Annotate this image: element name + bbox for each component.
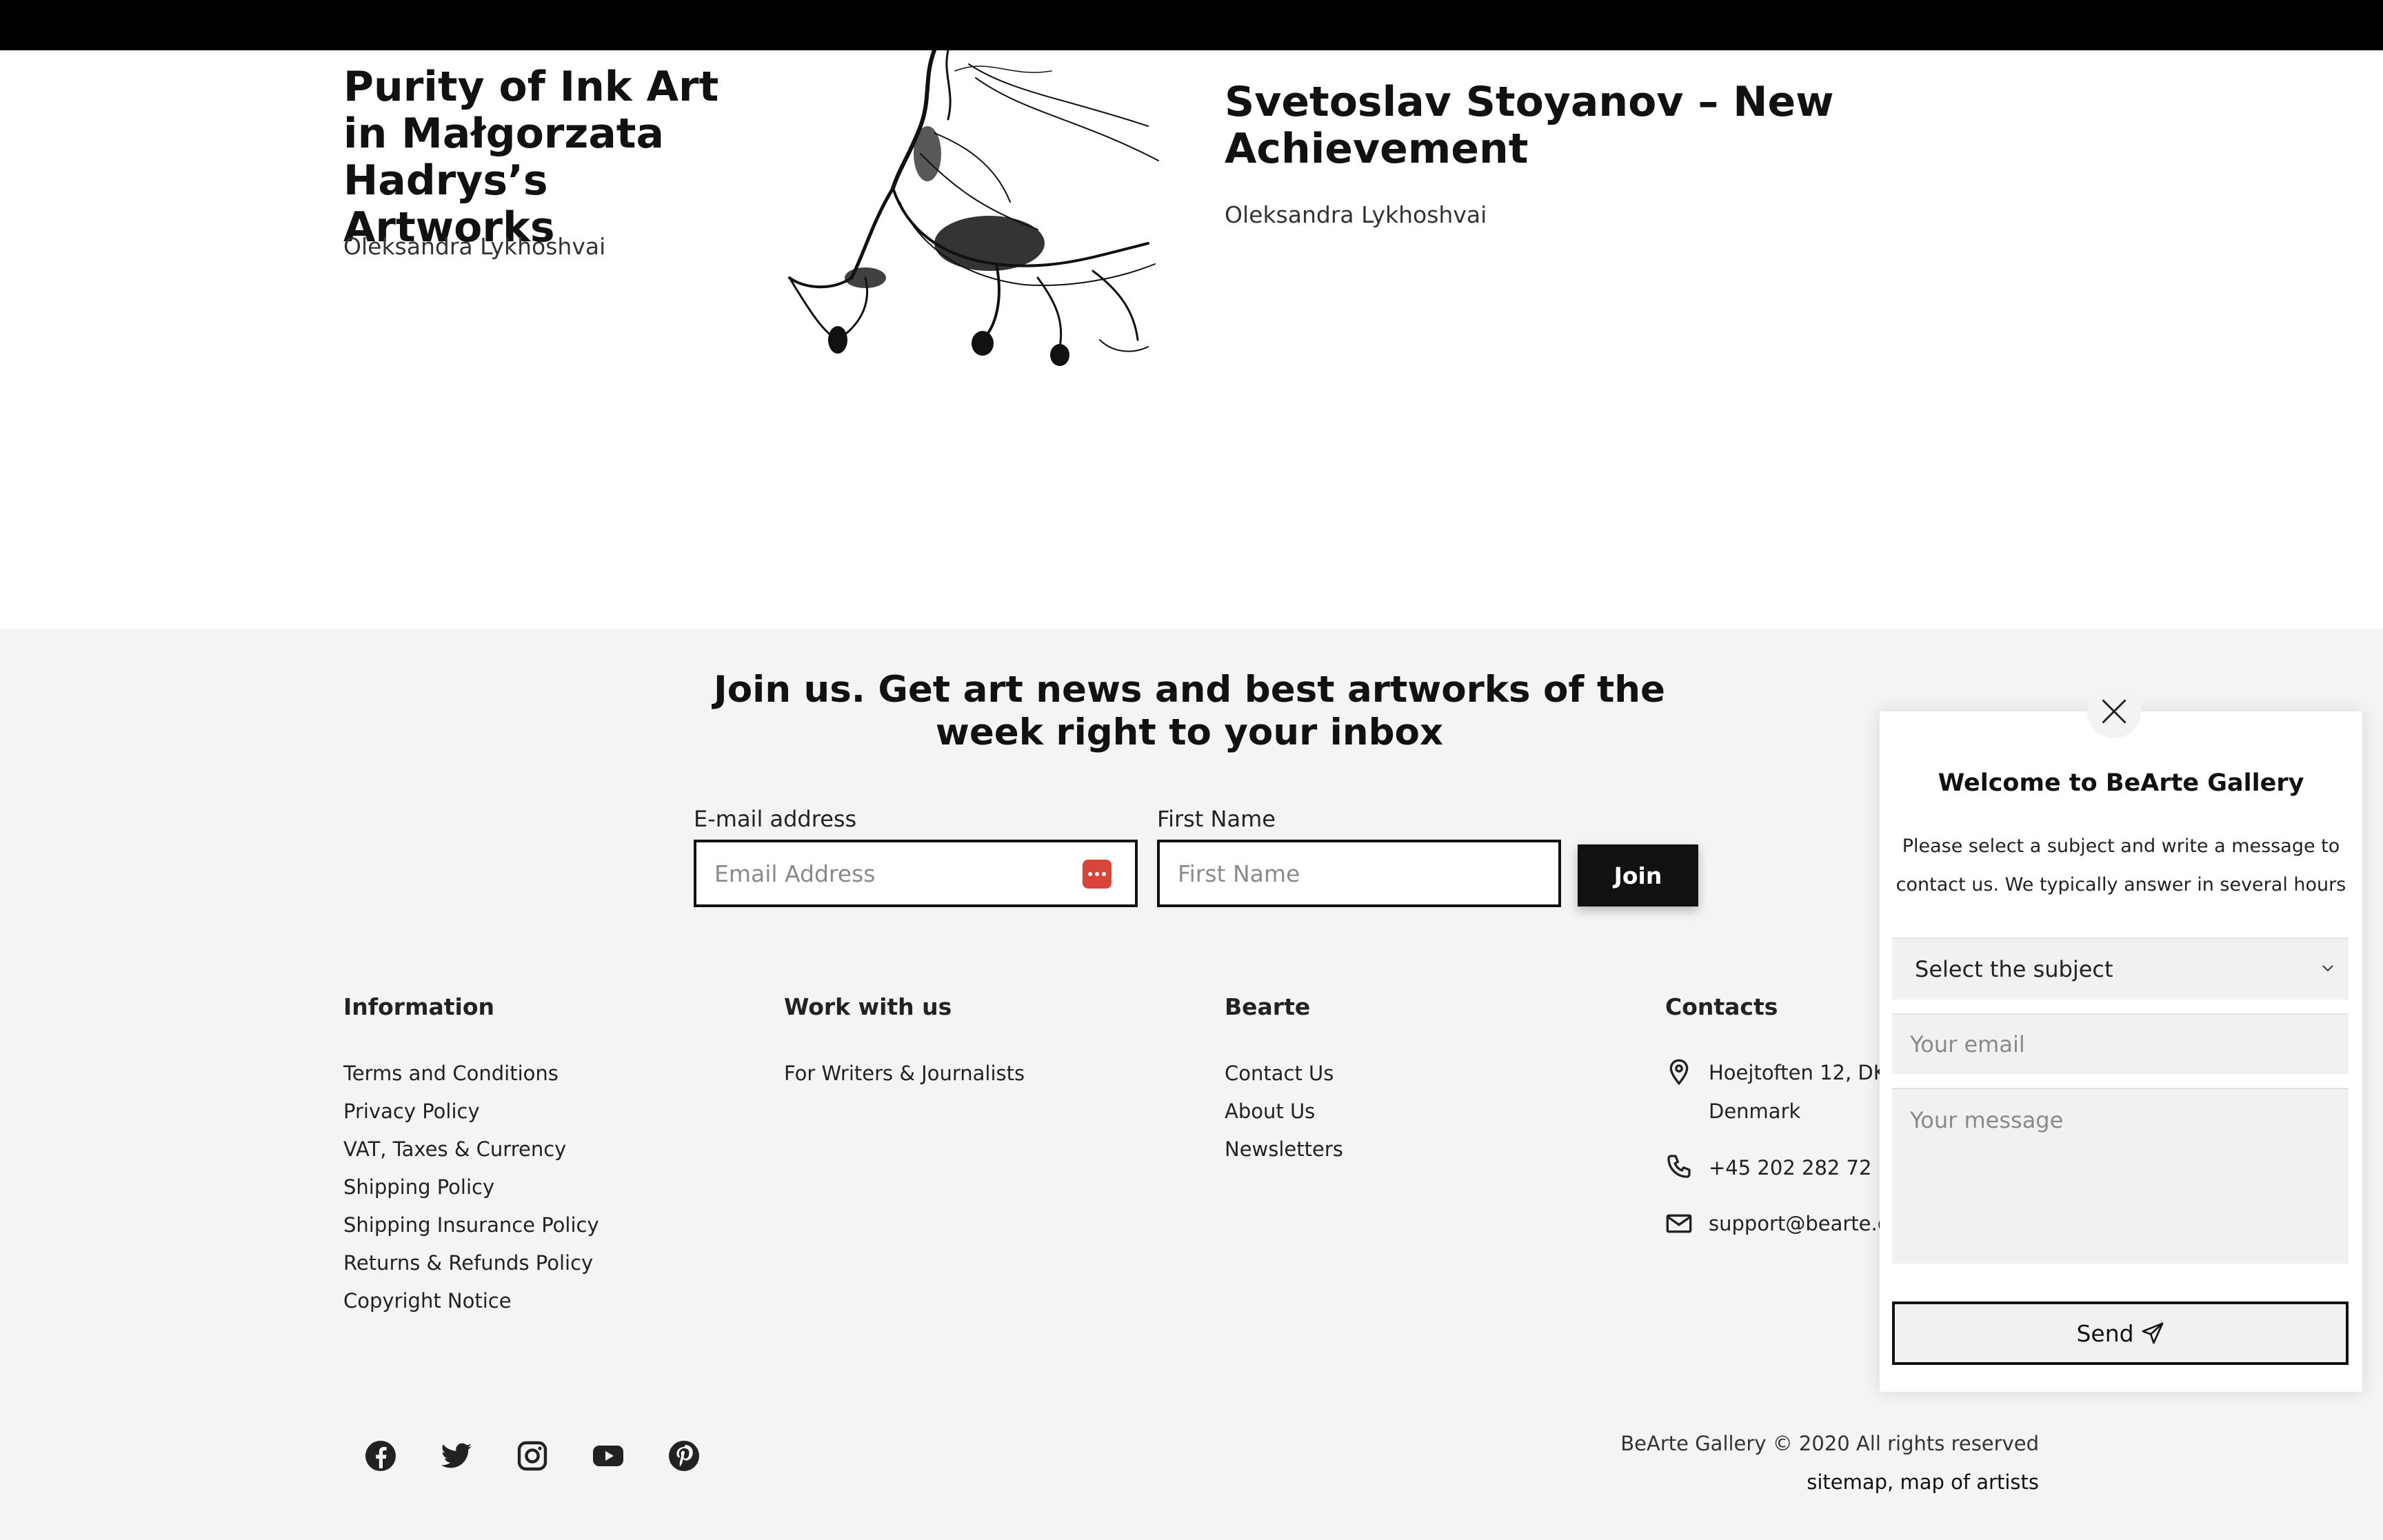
chat-subject-select[interactable]: Select the subject: [1892, 938, 2349, 1000]
copyright-text: BeArte Gallery © 2020 All rights reserve…: [1620, 1432, 2039, 1455]
paper-plane-icon: [2142, 1322, 2164, 1344]
bearte-links: Contact Us About Us Newsletters: [1225, 1055, 1343, 1168]
sitemap-link[interactable]: sitemap, map of artists: [1620, 1463, 2039, 1501]
mail-icon: [1666, 1214, 1692, 1233]
newsletter-email-input[interactable]: [694, 840, 1138, 907]
chevron-down-icon: [2322, 965, 2333, 972]
contact-phone[interactable]: +45 202 282 72: [1709, 1148, 1871, 1187]
work-with-us-links: For Writers & Journalists: [784, 1055, 1025, 1093]
chat-send-button[interactable]: Send: [1892, 1301, 2349, 1365]
article-author-2[interactable]: Oleksandra Lykhoshvai: [1225, 201, 1487, 228]
instagram-icon[interactable]: [516, 1439, 549, 1472]
contact-address-line1: Hoejtoften 12, DK-2: [1709, 1061, 1904, 1084]
contact-address-line2: Denmark: [1709, 1100, 1801, 1123]
link-terms[interactable]: Terms and Conditions: [343, 1055, 599, 1093]
article-title-1[interactable]: Purity of Ink Art in Małgorzata Hadrys’s…: [343, 63, 771, 251]
ink-horse-artwork-image[interactable]: [762, 50, 1162, 378]
work-with-us-heading: Work with us: [784, 993, 952, 1020]
information-heading: Information: [343, 993, 494, 1020]
close-icon: [2102, 699, 2126, 724]
newsletter-first-name-input[interactable]: [1157, 840, 1561, 907]
link-shipping[interactable]: Shipping Policy: [343, 1168, 599, 1206]
chat-title: Welcome to BeArte Gallery: [1938, 769, 2304, 797]
pinterest-icon[interactable]: [667, 1439, 701, 1472]
link-writers[interactable]: For Writers & Journalists: [784, 1055, 1025, 1093]
first-name-label: First Name: [1157, 806, 1276, 832]
copyright-block: BeArte Gallery © 2020 All rights reserve…: [1620, 1424, 2039, 1501]
article-title-2[interactable]: Svetoslav Stoyanov – New Achievement: [1225, 79, 1845, 172]
chat-email-input[interactable]: [1892, 1013, 2349, 1074]
bearte-heading: Bearte: [1225, 993, 1311, 1020]
youtube-icon[interactable]: [592, 1439, 625, 1472]
location-pin-icon: [1669, 1059, 1689, 1086]
link-vat[interactable]: VAT, Taxes & Currency: [343, 1131, 599, 1168]
email-label: E-mail address: [694, 806, 857, 832]
join-button[interactable]: Join: [1578, 844, 1698, 906]
chat-subject-value: Select the subject: [1915, 956, 2113, 982]
link-contact-us[interactable]: Contact Us: [1225, 1055, 1343, 1093]
contact-email[interactable]: support@bearte.ga: [1709, 1204, 1902, 1243]
information-links: Terms and Conditions Privacy Policy VAT,…: [343, 1055, 599, 1320]
chat-message-input[interactable]: [1892, 1088, 2349, 1264]
password-manager-icon[interactable]: [1083, 860, 1112, 889]
link-newsletters[interactable]: Newsletters: [1225, 1131, 1343, 1168]
chat-close-button[interactable]: [2087, 685, 2141, 738]
send-label: Send: [2076, 1319, 2134, 1347]
newsletter-heading: Join us. Get art news and best artworks …: [714, 669, 1665, 753]
top-bar: [0, 0, 2383, 50]
link-shipping-insurance[interactable]: Shipping Insurance Policy: [343, 1206, 599, 1244]
phone-icon: [1667, 1155, 1691, 1178]
contacts-heading: Contacts: [1665, 993, 1778, 1020]
article-author-1[interactable]: Oleksandra Lykhoshvai: [343, 233, 605, 260]
link-privacy[interactable]: Privacy Policy: [343, 1093, 599, 1131]
chat-description: Please select a subject and write a mess…: [1896, 835, 2346, 895]
link-returns[interactable]: Returns & Refunds Policy: [343, 1244, 599, 1282]
link-about-us[interactable]: About Us: [1225, 1093, 1343, 1131]
twitter-icon[interactable]: [440, 1439, 473, 1472]
facebook-icon[interactable]: [364, 1439, 397, 1472]
link-copyright[interactable]: Copyright Notice: [343, 1282, 599, 1320]
